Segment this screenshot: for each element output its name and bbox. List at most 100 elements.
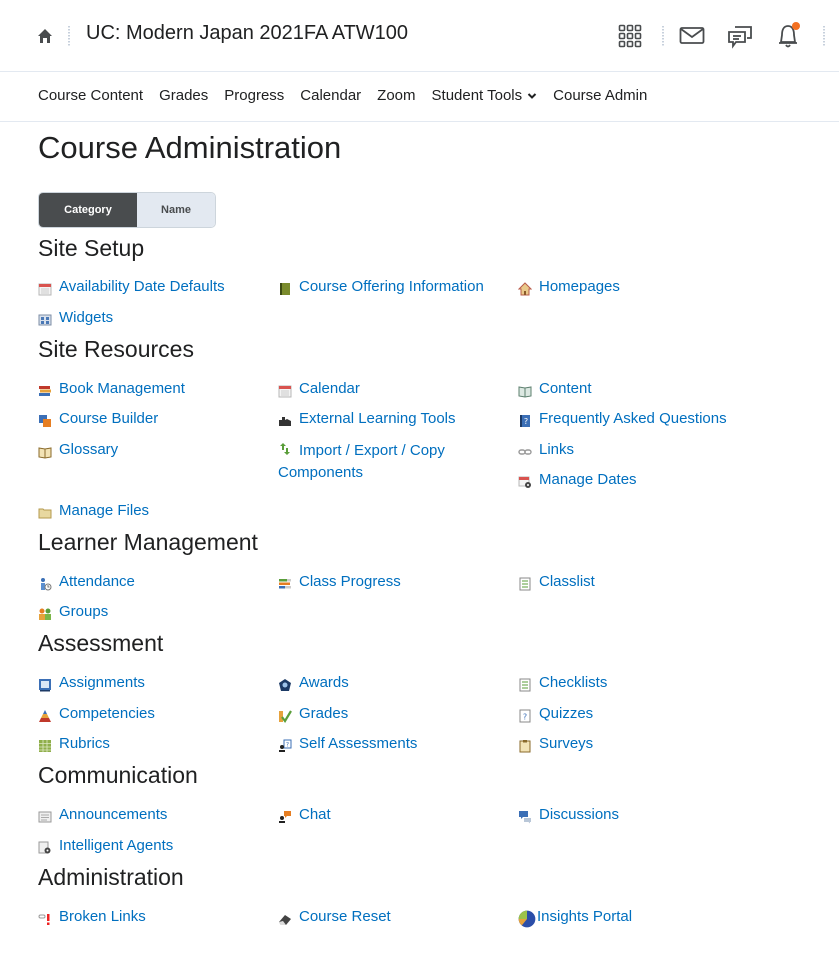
section-communication: Communication	[38, 762, 198, 788]
tool-assignments[interactable]: Assignments	[38, 674, 268, 694]
tool-label: Import / Export / Copy Components	[278, 439, 498, 484]
tool-links[interactable]: Links	[518, 441, 748, 461]
waffle-grid-icon[interactable]	[616, 22, 644, 50]
progress-bars-icon	[279, 579, 291, 589]
announcements-icon	[38, 811, 52, 823]
tool-label: Quizzes	[539, 705, 594, 722]
tool-classlist[interactable]: Classlist	[518, 573, 748, 593]
nav-student-tools-label: Student Tools	[431, 87, 523, 104]
tool-checklists[interactable]: Checklists	[518, 674, 748, 694]
mail-icon[interactable]	[678, 22, 706, 50]
tool-widgets[interactable]: Widgets	[38, 309, 268, 329]
tool-course-offering-information[interactable]: Course Offering Information	[278, 278, 508, 298]
tool-announcements[interactable]: Announcements	[38, 806, 268, 826]
tool-groups[interactable]: Groups	[38, 603, 268, 623]
tool-book-management[interactable]: Book Management	[38, 380, 268, 400]
tool-course-builder[interactable]: Course Builder	[38, 410, 268, 430]
svg-text:?: ?	[524, 417, 528, 426]
tool-label: Glossary	[59, 441, 119, 458]
grades-check-icon	[279, 710, 292, 723]
tool-manage-files[interactable]: Manage Files	[38, 502, 268, 522]
nav-course-admin[interactable]: Course Admin	[553, 87, 647, 104]
svg-text:?: ?	[523, 713, 527, 722]
tool-quizzes[interactable]: ? Quizzes	[518, 705, 748, 725]
tool-manage-dates[interactable]: Manage Dates	[518, 471, 748, 491]
nav-course-content[interactable]: Course Content	[38, 87, 143, 104]
tool-label: Manage Dates	[539, 471, 637, 488]
tool-external-learning-tools[interactable]: External Learning Tools	[278, 410, 508, 430]
tool-label: Announcements	[59, 806, 168, 823]
tool-label-text: Import / Export / Copy Components	[278, 442, 445, 481]
tool-availability-date-defaults[interactable]: Availability Date Defaults	[38, 278, 268, 298]
tool-intelligent-agents[interactable]: Intelligent Agents	[38, 837, 268, 857]
tool-label: Manage Files	[59, 502, 150, 519]
tool-import-export-copy-components[interactable]: Import / Export / Copy Components	[278, 442, 498, 484]
tool-label: Awards	[299, 674, 349, 691]
tool-attendance[interactable]: Attendance	[38, 573, 268, 593]
tool-label: Book Management	[59, 380, 185, 397]
tool-label: Assignments	[59, 674, 145, 691]
view-toggle: Category Name	[38, 192, 216, 228]
nav-zoom[interactable]: Zoom	[377, 87, 415, 104]
tool-label: Homepages	[539, 278, 620, 295]
tool-self-assessments[interactable]: ? Self Assessments	[278, 735, 508, 755]
rubric-grid-icon	[39, 740, 51, 752]
home-icon[interactable]	[36, 27, 54, 45]
tool-label: Links	[539, 441, 575, 458]
quiz-icon: ?	[519, 709, 531, 723]
tool-label: Attendance	[59, 573, 135, 590]
tool-label: Competencies	[59, 705, 155, 722]
nav-grades[interactable]: Grades	[159, 87, 208, 104]
tool-label: Checklists	[539, 674, 608, 691]
category-view-button[interactable]: Category	[39, 193, 137, 227]
tool-content[interactable]: Content	[518, 380, 748, 400]
section-site-resources: Site Resources	[38, 336, 194, 362]
tool-surveys[interactable]: Surveys	[518, 735, 748, 755]
glossary-book-icon	[38, 447, 52, 459]
tool-glossary[interactable]: Glossary	[38, 441, 268, 461]
tool-chat[interactable]: Chat	[278, 806, 508, 826]
tool-label: Course Reset	[299, 908, 391, 925]
course-navbar: Course Content Grades Progress Calendar …	[0, 73, 839, 122]
tool-homepages[interactable]: Homepages	[518, 278, 748, 298]
bell-icon[interactable]	[774, 22, 802, 50]
open-book-icon	[518, 386, 532, 398]
faq-book-icon: ?	[520, 415, 530, 427]
puzzle-icon	[279, 417, 291, 426]
tool-frequently-asked-questions[interactable]: ? Frequently Asked Questions	[518, 410, 748, 430]
tool-calendar[interactable]: Calendar	[278, 380, 508, 400]
eraser-icon	[279, 915, 291, 925]
tool-grades[interactable]: Grades	[278, 705, 508, 725]
tool-broken-links[interactable]: Broken Links	[38, 908, 268, 928]
book-icon	[280, 283, 290, 295]
chat-bubbles-icon[interactable]	[726, 22, 754, 50]
nav-progress[interactable]: Progress	[224, 87, 284, 104]
blocks-icon	[39, 415, 51, 427]
section-learner-management: Learner Management	[38, 529, 258, 555]
widgets-icon	[38, 314, 52, 326]
nav-student-tools[interactable]: Student Tools	[432, 87, 538, 104]
tool-course-reset[interactable]: Course Reset	[278, 908, 508, 928]
tool-awards[interactable]: Awards	[278, 674, 508, 694]
course-header: UC: Modern Japan 2021FA ATW100	[0, 0, 839, 72]
nav-calendar[interactable]: Calendar	[300, 87, 361, 104]
tool-insights-portal[interactable]: Insights Portal	[518, 908, 748, 928]
tool-competencies[interactable]: Competencies	[38, 705, 268, 725]
calendar-icon	[278, 385, 292, 398]
broken-link-icon	[38, 914, 50, 925]
svg-text:?: ?	[286, 742, 289, 749]
tool-label: Groups	[59, 603, 109, 620]
name-view-button[interactable]: Name	[137, 193, 215, 227]
tool-class-progress[interactable]: Class Progress	[278, 573, 508, 593]
course-title[interactable]: UC: Modern Japan 2021FA ATW100	[86, 22, 408, 45]
tool-rubrics[interactable]: Rubrics	[38, 735, 268, 755]
calendar-gear-icon	[518, 476, 531, 488]
section-assessment: Assessment	[38, 630, 164, 656]
section-administration: Administration	[38, 864, 184, 890]
tool-label: Discussions	[539, 806, 620, 823]
discussion-bubbles-icon	[519, 811, 531, 824]
tool-label: External Learning Tools	[299, 410, 456, 427]
tool-label: Classlist	[539, 573, 595, 590]
chat-person-icon	[279, 811, 291, 823]
tool-discussions[interactable]: Discussions	[518, 806, 748, 826]
